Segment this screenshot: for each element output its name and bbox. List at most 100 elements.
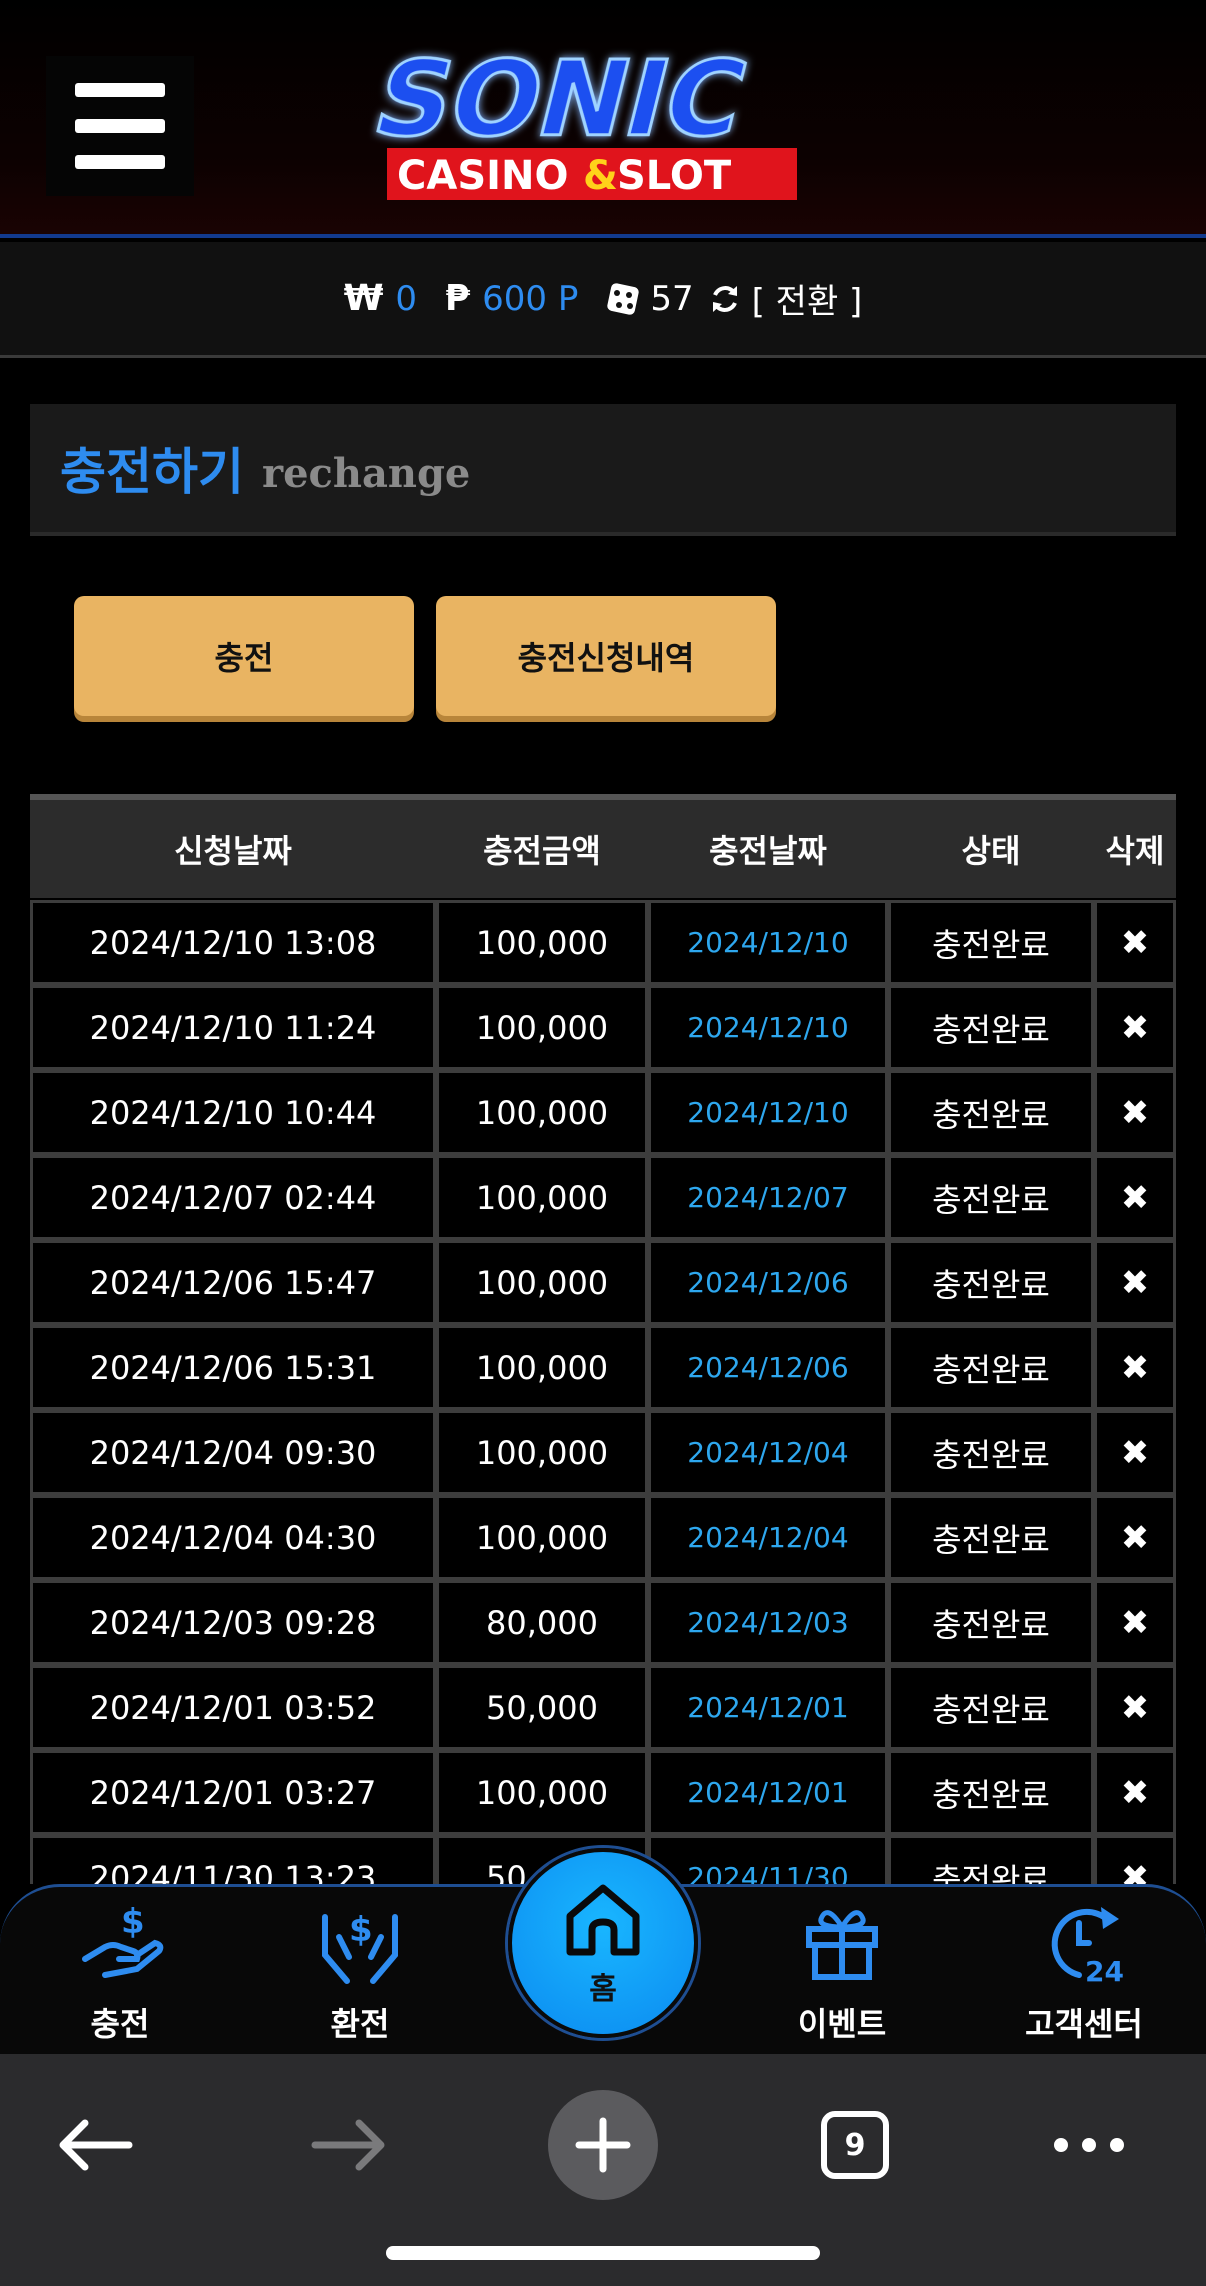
balance-bar: ₩ 0 ₱ 600 P 57 [ 전환 ]	[0, 242, 1206, 358]
menu-bar	[75, 119, 165, 133]
svg-text:&: &	[583, 153, 618, 199]
table-row: 2024/12/10 10:44 100,000 2024/12/10 충전완료…	[30, 1070, 1176, 1155]
delete-icon[interactable]: ✖	[1094, 1240, 1176, 1325]
cell-charge-date: 2024/12/06	[648, 1325, 888, 1410]
cell-amount: 100,000	[436, 985, 648, 1070]
browser-more-button[interactable]	[1034, 2090, 1144, 2200]
cell-request-date: 2024/12/04 09:30	[30, 1410, 436, 1495]
table-row: 2024/12/06 15:31 100,000 2024/12/06 충전완료…	[30, 1325, 1176, 1410]
browser-new-tab-button[interactable]	[548, 2090, 658, 2200]
nav-support-label: 고객센터	[1025, 2005, 1143, 2043]
cell-charge-date: 2024/12/10	[648, 985, 888, 1070]
cell-status: 충전완료	[888, 900, 1094, 985]
cell-request-date: 2024/12/06 15:47	[30, 1240, 436, 1325]
header-status: 상태	[961, 832, 1021, 870]
plus-icon	[548, 2090, 658, 2200]
menu-bar	[75, 83, 165, 97]
cell-status: 충전완료	[888, 1665, 1094, 1750]
svg-text:$: $	[349, 1910, 373, 1950]
delete-icon[interactable]: ✖	[1094, 985, 1176, 1070]
cell-request-date: 2024/11/30 13:23	[30, 1835, 436, 1884]
cell-charge-date: 2024/12/10	[648, 900, 888, 985]
cell-status: 충전완료	[888, 985, 1094, 1070]
chip-value: 57	[650, 278, 694, 319]
delete-icon[interactable]: ✖	[1094, 900, 1176, 985]
cell-request-date: 2024/12/01 03:27	[30, 1750, 436, 1835]
title-english: rechange	[262, 449, 471, 497]
refresh-icon	[712, 285, 737, 312]
cell-amount: 100,000	[436, 1070, 648, 1155]
won-balance: ₩ 0	[344, 278, 417, 319]
svg-text:24: 24	[1085, 1955, 1124, 1987]
cell-amount: 100,000	[436, 1495, 648, 1580]
cell-charge-date: 2024/12/01	[648, 1665, 888, 1750]
hand-coin-icon: $	[82, 1902, 164, 1978]
won-value: 0	[395, 278, 418, 319]
svg-text:$: $	[121, 1902, 145, 1942]
nav-event[interactable]: 이벤트	[742, 1887, 942, 2057]
dice-icon	[607, 282, 640, 315]
cell-status: 충전완료	[888, 1240, 1094, 1325]
table-row: 2024/12/01 03:52 50,000 2024/12/01 충전완료 …	[30, 1665, 1176, 1750]
convert-label: [ 전환 ]	[751, 282, 863, 322]
delete-icon[interactable]: ✖	[1094, 1750, 1176, 1835]
cell-request-date: 2024/12/07 02:44	[30, 1155, 436, 1240]
delete-icon[interactable]: ✖	[1094, 1580, 1176, 1665]
charge-button[interactable]: 충전	[74, 596, 414, 716]
nav-event-label: 이벤트	[797, 2005, 887, 2043]
delete-icon[interactable]: ✖	[1094, 1410, 1176, 1495]
nav-exchange-label: 환전	[330, 2005, 390, 2043]
home-indicator	[386, 2246, 820, 2260]
cell-amount: 100,000	[436, 1155, 648, 1240]
table-row: 2024/12/03 09:28 80,000 2024/12/03 충전완료 …	[30, 1580, 1176, 1665]
table-row: 2024/12/04 09:30 100,000 2024/12/04 충전완료…	[30, 1410, 1176, 1495]
nav-home-label: 홈	[589, 1972, 617, 2007]
table-row: 2024/12/06 15:47 100,000 2024/12/06 충전완료…	[30, 1240, 1176, 1325]
convert-button[interactable]: [ 전환 ]	[708, 274, 863, 323]
cell-request-date: 2024/12/10 10:44	[30, 1070, 436, 1155]
delete-icon[interactable]: ✖	[1094, 1835, 1176, 1884]
browser-back-button[interactable]	[40, 2090, 150, 2200]
cell-charge-date: 2024/12/01	[648, 1750, 888, 1835]
top-header: SONIC CASINO & SLOT	[0, 0, 1206, 238]
nav-charge[interactable]: $ 충전	[20, 1887, 220, 2057]
cell-charge-date: 2024/12/03	[648, 1580, 888, 1665]
svg-text:SLOT: SLOT	[617, 153, 732, 199]
more-dots-icon	[1054, 2138, 1124, 2152]
table-row: 2024/12/04 04:30 100,000 2024/12/04 충전완료…	[30, 1495, 1176, 1580]
cell-amount: 100,000	[436, 1410, 648, 1495]
header-request-date: 신청날짜	[174, 832, 292, 870]
cell-request-date: 2024/12/10 13:08	[30, 900, 436, 985]
cell-status: 충전완료	[888, 1325, 1094, 1410]
browser-forward-button[interactable]	[294, 2090, 404, 2200]
delete-icon[interactable]: ✖	[1094, 1070, 1176, 1155]
nav-exchange[interactable]: $ 환전	[260, 1887, 460, 2057]
delete-icon[interactable]: ✖	[1094, 1665, 1176, 1750]
sonic-logo[interactable]: SONIC CASINO & SLOT	[335, 30, 835, 210]
home-icon	[566, 1884, 640, 1956]
cell-request-date: 2024/12/06 15:31	[30, 1325, 436, 1410]
cell-status: 충전완료	[888, 1070, 1094, 1155]
arrow-left-icon	[59, 2119, 133, 2171]
delete-icon[interactable]: ✖	[1094, 1495, 1176, 1580]
cell-request-date: 2024/12/01 03:52	[30, 1665, 436, 1750]
browser-tabs-button[interactable]: 9	[800, 2090, 910, 2200]
delete-icon[interactable]: ✖	[1094, 1155, 1176, 1240]
charge-history-table: 신청날짜 충전금액 충전날짜 상태 삭제 2024/12/10 13:08 10…	[30, 794, 1176, 1884]
cell-amount: 50,000	[436, 1665, 648, 1750]
cell-status: 충전완료	[888, 1495, 1094, 1580]
page-title: 충전하기 rechange	[30, 404, 1176, 536]
table-body: 2024/12/10 13:08 100,000 2024/12/10 충전완료…	[30, 900, 1176, 1884]
nav-home-button[interactable]: 홈	[508, 1848, 698, 2038]
delete-icon[interactable]: ✖	[1094, 1325, 1176, 1410]
cell-status: 충전완료	[888, 1155, 1094, 1240]
cell-status: 충전완료	[888, 1410, 1094, 1495]
table-row: 2024/12/10 11:24 100,000 2024/12/10 충전완료…	[30, 985, 1176, 1070]
point-balance: ₱ 600 P	[445, 278, 578, 319]
cell-status: 충전완료	[888, 1580, 1094, 1665]
nav-support[interactable]: 24 고객센터	[984, 1887, 1184, 2057]
cell-status: 충전완료	[888, 1835, 1094, 1884]
svg-text:CASINO: CASINO	[397, 153, 568, 199]
charge-history-button[interactable]: 충전신청내역	[436, 596, 776, 716]
hamburger-menu-button[interactable]	[46, 56, 194, 196]
